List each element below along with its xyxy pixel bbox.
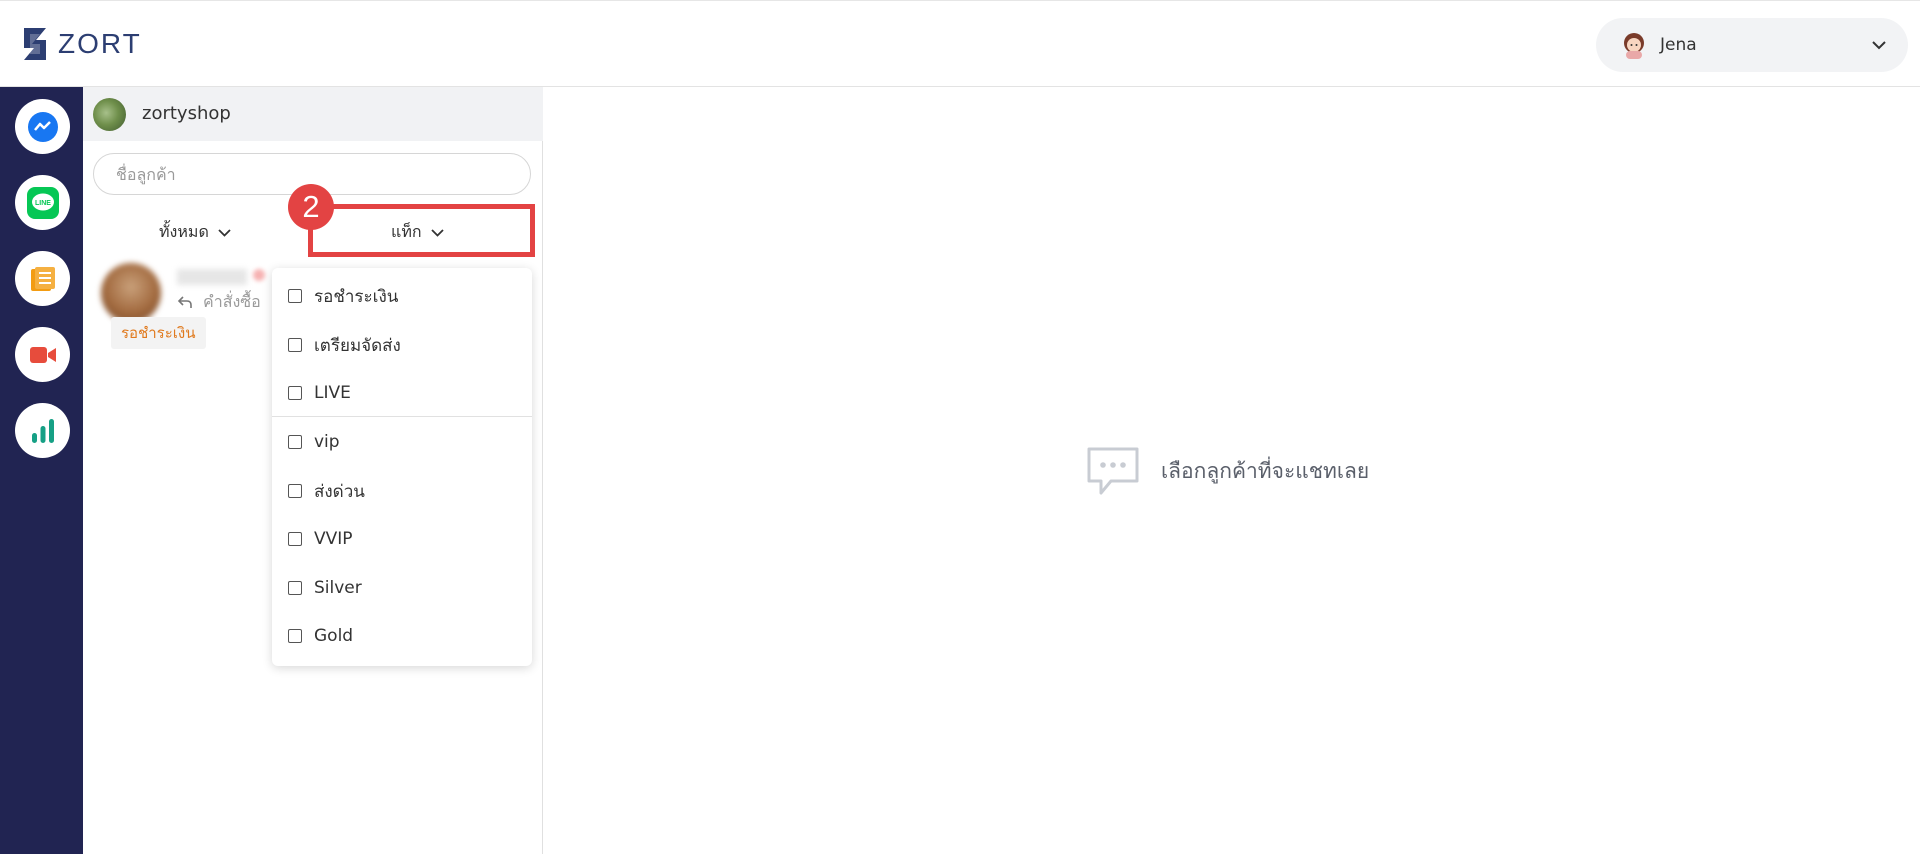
logo-text: ZORT (58, 28, 142, 59)
reply-icon (177, 296, 192, 308)
nav-line-button[interactable]: LINE (15, 175, 70, 230)
tag-option-label: เตรียมจัดส่ง (314, 335, 401, 356)
svg-text:LINE: LINE (35, 200, 51, 207)
tag-option-label: vip (314, 432, 340, 452)
chat-tag-badge: รอชำระเงิน (111, 317, 206, 349)
user-avatar-icon (1624, 33, 1644, 59)
tag-dropdown-menu: รอชำระเงิน เตรียมจัดส่ง LIVE vip ส่งด่วน… (272, 268, 532, 666)
tag-option[interactable]: เตรียมจัดส่ง (272, 325, 532, 365)
chevron-down-icon (1872, 41, 1886, 50)
chat-empty-state: เลือกลูกค้าที่จะแชทเลย (1085, 445, 1369, 497)
tag-option[interactable]: Gold (272, 616, 532, 656)
shop-name: zortyshop (142, 103, 231, 124)
messenger-icon (27, 111, 58, 142)
chat-preview-text: คำสั่งซื้อ (203, 292, 261, 311)
user-name: Jena (1660, 35, 1697, 55)
tag-option-label: ส่งด่วน (314, 481, 365, 502)
chevron-down-icon (430, 228, 444, 237)
nav-analytics-button[interactable] (15, 403, 70, 458)
tag-option-label: Gold (314, 626, 354, 646)
nav-messenger-button[interactable] (15, 99, 70, 154)
channel-badge-blurred (253, 269, 265, 281)
tag-option[interactable]: VVIP (272, 519, 532, 559)
customer-name-blurred (177, 269, 247, 285)
customer-avatar (101, 263, 161, 323)
left-nav: LINE (0, 87, 83, 854)
tag-filter-label: แท็ก (391, 221, 422, 241)
chevron-down-icon (218, 228, 231, 237)
tag-checkbox[interactable] (288, 289, 302, 303)
tag-checkbox[interactable] (288, 629, 302, 643)
tag-option-label: VVIP (314, 529, 353, 549)
empty-state-message: เลือกลูกค้าที่จะแชทเลย (1161, 458, 1370, 483)
dropdown-divider (272, 416, 532, 417)
tag-option-label: LIVE (314, 383, 351, 403)
tag-option[interactable]: vip (272, 422, 532, 462)
nav-live-button[interactable] (15, 327, 70, 382)
tag-option-label: Silver (314, 578, 362, 598)
bar-chart-icon (31, 418, 54, 443)
tag-checkbox[interactable] (288, 581, 302, 595)
user-menu[interactable]: Jena (1596, 18, 1908, 72)
filter-all-dropdown[interactable]: ทั้งหมด (159, 217, 232, 247)
line-icon: LINE (26, 186, 59, 219)
tag-option[interactable]: LIVE (272, 373, 532, 413)
tag-option[interactable]: รอชำระเงิน (272, 276, 532, 316)
chat-bubble-icon (1087, 447, 1139, 495)
tag-checkbox[interactable] (288, 386, 302, 400)
nav-orders-button[interactable] (15, 251, 70, 306)
video-camera-icon (29, 346, 56, 363)
step-badge: 2 (288, 184, 334, 230)
orders-icon (30, 266, 55, 291)
top-header: ZORT Jena (0, 0, 1920, 87)
tag-option[interactable]: ส่งด่วน (272, 471, 532, 511)
tag-checkbox[interactable] (288, 338, 302, 352)
tag-option-label: รอชำระเงิน (314, 286, 399, 307)
shop-avatar (93, 98, 126, 131)
tag-checkbox[interactable] (288, 484, 302, 498)
tag-filter-dropdown[interactable]: แท็ก (391, 217, 445, 247)
zort-logo-icon (24, 28, 46, 60)
zort-logo[interactable]: ZORT (22, 26, 142, 62)
tag-checkbox[interactable] (288, 435, 302, 449)
tag-option[interactable]: Silver (272, 568, 532, 608)
tag-checkbox[interactable] (288, 532, 302, 546)
shop-header: zortyshop (83, 87, 543, 141)
filter-all-label: ทั้งหมด (159, 221, 209, 241)
